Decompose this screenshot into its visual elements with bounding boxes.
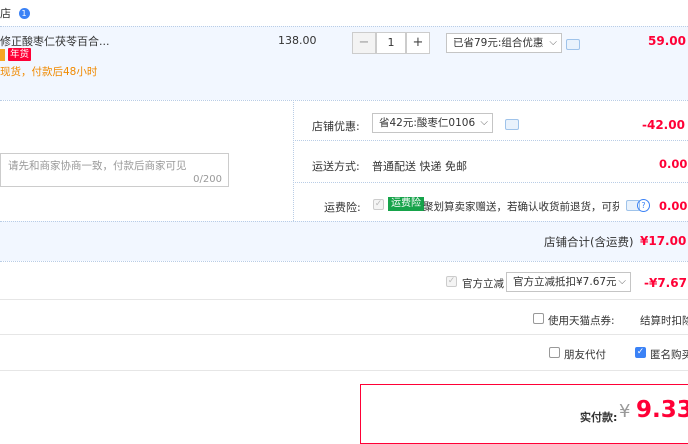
shipping-amount: 0.00 <box>659 157 688 171</box>
item-row-top-divider <box>0 26 688 27</box>
official-discount-checkbox[interactable]: ✓ <box>446 276 457 287</box>
item-price: 138.00 <box>278 34 317 47</box>
decrease-button[interactable]: − <box>352 32 376 54</box>
friend-pay-checkbox[interactable] <box>549 347 560 358</box>
store-label: 店 <box>0 7 11 20</box>
shipping-label: 运送方式: <box>312 160 360 173</box>
insurance-checkbox[interactable]: ✓ <box>373 199 384 210</box>
anonymous-label: 匿名购买 <box>650 349 688 361</box>
official-discount-select[interactable]: 官方立减抵扣¥7.67元 ⌵ <box>506 272 631 292</box>
payment-amount: 9.33 <box>636 397 688 423</box>
insurance-text: 聚划算卖家赠送，若确认收货前退货，可获... <box>423 201 619 213</box>
store-badge[interactable]: 1 <box>18 8 30 19</box>
message-counter: 0/200 <box>193 174 222 185</box>
store-name: 店 1 <box>0 5 30 21</box>
store-discount-value: 省42元:酸枣仁0106 <box>379 117 476 129</box>
store-total-top-divider <box>0 221 688 222</box>
help-icon[interactable]: ? <box>637 199 650 212</box>
chevron-down-icon: ⌵ <box>549 37 557 48</box>
store-discount-select[interactable]: 省42元:酸枣仁0106 ⌵ <box>372 113 493 133</box>
payment-currency: ¥ <box>619 401 631 422</box>
divider <box>0 334 688 335</box>
anonymous-checkbox[interactable]: ✓ <box>635 347 646 358</box>
insurance-badge: 运费险 <box>388 197 424 211</box>
chevron-down-icon: ⌵ <box>480 117 488 128</box>
store-total-label: 店铺合计(含运费) <box>544 235 634 249</box>
item-tag-icon <box>0 49 5 61</box>
message-placeholder: 请先和商家协商一致，付款后商家可见 <box>8 160 187 172</box>
store-discount-amount: -42.00 <box>642 118 685 132</box>
message-box[interactable]: 请先和商家协商一致，付款后商家可见 0/200 <box>0 153 229 187</box>
item-title[interactable]: 修正酸枣仁茯苓百合... <box>0 33 110 49</box>
quantity-stepper: − 1 + <box>352 32 430 54</box>
payment-label: 实付款: <box>580 411 618 424</box>
tmall-coupon-note: 结算时扣除 <box>640 315 688 327</box>
official-discount-value: 官方立减抵扣¥7.67元 <box>513 276 617 288</box>
tmall-coupon-checkbox[interactable] <box>533 313 544 324</box>
item-tag: 年货 <box>8 48 32 61</box>
promo-select-value: 已省79元:组合优惠 <box>453 37 544 49</box>
store-discount-divider <box>293 140 688 141</box>
official-discount-label: 官方立减 <box>462 278 504 290</box>
promo-select[interactable]: 已省79元:组合优惠 ⌵ <box>446 33 562 53</box>
shipping-divider <box>293 182 688 183</box>
tmall-coupon-label: 使用天猫点券: <box>548 315 615 327</box>
store-total-bottom-divider <box>0 261 688 262</box>
chat-icon[interactable] <box>566 39 580 50</box>
official-discount-amount: -¥7.67 <box>644 276 687 290</box>
options-top-divider <box>0 100 688 101</box>
friend-pay-label: 朋友代付 <box>564 349 606 361</box>
chevron-down-icon: ⌵ <box>618 276 626 287</box>
item-subtotal: 59.00 <box>648 34 686 48</box>
shipping-value: 普通配送 快递 免邮 <box>372 160 467 173</box>
insurance-label: 运费险: <box>324 201 361 214</box>
insurance-amount: 0.00 <box>659 199 688 213</box>
divider <box>0 299 688 300</box>
store-total-amount: ¥17.00 <box>640 234 687 248</box>
stock-note: 现货，付款后48小时 <box>0 66 98 78</box>
quantity-input[interactable]: 1 <box>376 32 406 54</box>
chat-icon[interactable] <box>505 119 519 130</box>
increase-button[interactable]: + <box>406 32 430 54</box>
options-vertical-divider <box>293 100 294 221</box>
payment-box: 实付款: ¥ 9.33 <box>360 384 688 444</box>
store-discount-label: 店铺优惠: <box>312 120 360 133</box>
divider <box>0 370 688 371</box>
